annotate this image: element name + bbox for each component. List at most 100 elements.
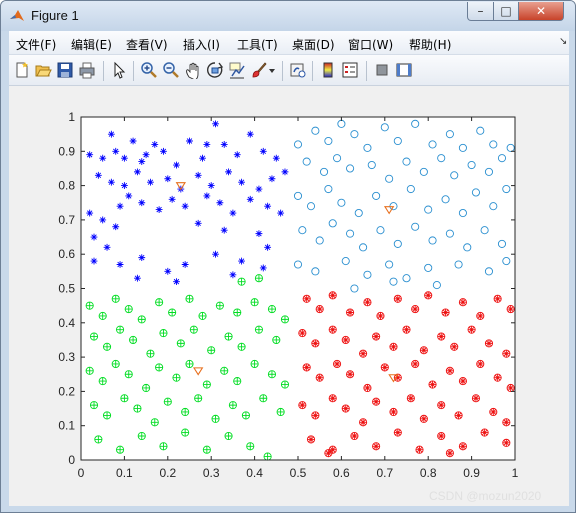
green-circle-plus-marker — [155, 363, 164, 372]
y-tick-label: 1 — [68, 110, 75, 124]
menu-insert[interactable]: 插入(I) — [183, 36, 220, 53]
zoom-out-icon[interactable] — [162, 61, 180, 79]
blue-asterisk-marker — [151, 141, 159, 148]
blue-asterisk-marker — [233, 151, 241, 159]
red-circle-asterisk-marker — [506, 305, 515, 314]
red-circle-asterisk-marker — [458, 442, 467, 451]
save-icon[interactable] — [56, 61, 74, 79]
red-circle-asterisk-marker — [298, 401, 307, 410]
menu-tools[interactable]: 工具(T) — [237, 36, 278, 53]
menu-view[interactable]: 查看(V) — [126, 36, 168, 53]
red-circle-asterisk-marker — [476, 359, 485, 369]
show-plot-tools-icon[interactable] — [395, 61, 413, 79]
green-circle-plus-marker — [159, 329, 168, 338]
green-circle-plus-marker — [267, 370, 277, 379]
green-circle-plus-marker — [181, 428, 190, 437]
blue-asterisk-marker — [160, 147, 167, 155]
green-circle-plus-marker — [120, 394, 129, 403]
red-circle-asterisk-marker — [393, 428, 402, 437]
pointer-icon[interactable] — [110, 61, 128, 79]
print-icon[interactable] — [78, 61, 96, 79]
blue-asterisk-marker — [238, 257, 245, 265]
open-file-icon[interactable] — [34, 61, 52, 79]
red-circle-asterisk-marker — [502, 438, 511, 447]
green-circle-plus-marker — [237, 277, 246, 286]
red-circle-asterisk-marker — [471, 394, 480, 403]
rotate-3d-icon[interactable] — [206, 61, 224, 79]
blue-asterisk-marker — [264, 243, 272, 251]
x-tick-label: 0.8 — [420, 466, 437, 480]
green-circle-plus-marker — [142, 383, 151, 393]
green-circle-plus-marker — [94, 435, 103, 444]
red-circle-asterisk-marker — [363, 298, 372, 307]
green-circle-plus-marker — [124, 305, 133, 314]
blue-asterisk-marker — [112, 223, 120, 231]
menu-window[interactable]: 窗口(W) — [348, 36, 393, 53]
brush-dropdown-icon[interactable] — [267, 61, 277, 79]
menu-desktop[interactable]: 桌面(D) — [292, 36, 335, 53]
blue-asterisk-marker — [142, 151, 150, 159]
green-circle-plus-marker — [124, 370, 133, 379]
menu-file[interactable]: 文件(F) — [16, 36, 56, 53]
red-circle-asterisk-marker — [445, 366, 454, 375]
y-tick-label: 0.9 — [58, 144, 75, 158]
x-tick-label: 0.1 — [116, 466, 133, 480]
red-circle-asterisk-marker — [372, 397, 381, 406]
red-circle-asterisk-marker — [315, 305, 324, 314]
green-circle-plus-marker — [259, 394, 268, 403]
red-circle-asterisk-marker — [419, 414, 428, 423]
maximize-button[interactable]: □ — [493, 2, 519, 21]
green-circle-plus-marker — [85, 301, 94, 310]
menu-help[interactable]: 帮助(H) — [409, 36, 451, 53]
green-circle-plus-marker — [185, 359, 194, 369]
red-circle-asterisk-marker — [484, 339, 494, 348]
x-tick-label: 0.5 — [290, 466, 307, 480]
green-circle-plus-marker — [250, 298, 259, 307]
blue-asterisk-marker — [138, 199, 146, 207]
menu-overflow-icon[interactable]: ↘ — [559, 36, 567, 47]
red-circle-asterisk-marker — [476, 311, 485, 320]
new-figure-icon[interactable] — [13, 61, 31, 79]
red-circle-asterisk-marker — [502, 349, 511, 358]
red-circle-asterisk-marker — [311, 411, 320, 420]
link-plot-icon[interactable] — [289, 61, 307, 79]
red-circle-asterisk-marker — [424, 291, 433, 300]
minimize-button[interactable]: – — [467, 2, 494, 21]
blue-asterisk-marker — [107, 178, 115, 186]
y-tick-label: 0.8 — [58, 179, 75, 193]
close-button[interactable]: ✕ — [518, 2, 564, 21]
blue-asterisk-marker — [116, 261, 124, 268]
red-circle-asterisk-marker — [302, 294, 311, 303]
pan-icon[interactable] — [184, 61, 202, 79]
zoom-in-icon[interactable] — [140, 61, 158, 79]
red-circle-asterisk-marker — [493, 373, 502, 382]
brush-icon[interactable] — [250, 61, 268, 79]
red-circle-asterisk-marker — [411, 305, 420, 314]
green-circle-plus-marker — [146, 349, 155, 358]
menu-edit[interactable]: 编辑(E) — [71, 36, 112, 53]
red-circle-asterisk-marker — [346, 370, 355, 379]
window-title: Figure 1 — [31, 8, 79, 23]
toolbar-separator — [133, 61, 134, 81]
colorbar-icon[interactable] — [319, 61, 337, 79]
red-circle-asterisk-marker — [437, 332, 446, 341]
green-circle-plus-marker — [172, 373, 181, 382]
hide-plot-tools-icon[interactable] — [373, 61, 391, 79]
plot-area — [81, 117, 515, 460]
blue-asterisk-marker — [86, 151, 94, 159]
x-tick-label: 0 — [78, 466, 85, 480]
red-circle-asterisk-marker — [441, 308, 450, 317]
red-circle-asterisk-marker — [341, 404, 350, 413]
title-bar[interactable]: Figure 1 – □ ✕ — [1, 1, 575, 31]
red-circle-asterisk-marker — [363, 383, 372, 393]
green-circle-plus-marker — [198, 311, 207, 320]
figure-canvas: 0 0.1 0.2 0.3 0.4 0.5 0.6 0.7 0.8 0.9 1 0 0.1 0.2 0.3 0… — [9, 86, 569, 506]
green-circle-plus-marker — [202, 380, 211, 389]
green-circle-plus-marker — [263, 452, 272, 461]
scatter-plot[interactable]: 0 0.1 0.2 0.3 0.4 0.5 0.6 0.7 0.8 0.9 1 0 0.1 0.2 0.3 0… — [9, 86, 569, 506]
green-circle-plus-marker — [246, 442, 255, 451]
red-circle-asterisk-marker — [359, 349, 368, 358]
data-cursor-icon[interactable] — [228, 61, 246, 79]
red-circle-asterisk-marker — [480, 428, 489, 437]
legend-icon[interactable] — [341, 61, 359, 79]
